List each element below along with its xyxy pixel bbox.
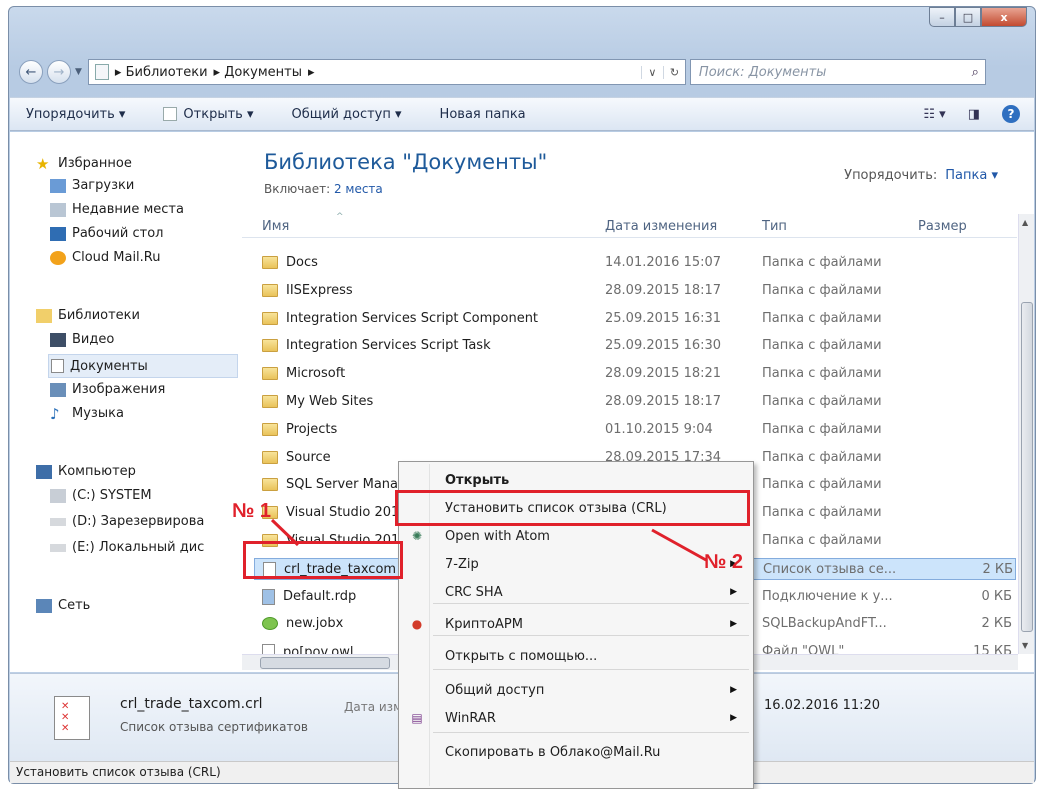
annotation-arrows — [270, 518, 707, 562]
annotation-arrow-2 — [651, 528, 707, 562]
annotation-arrow-1 — [270, 518, 300, 547]
